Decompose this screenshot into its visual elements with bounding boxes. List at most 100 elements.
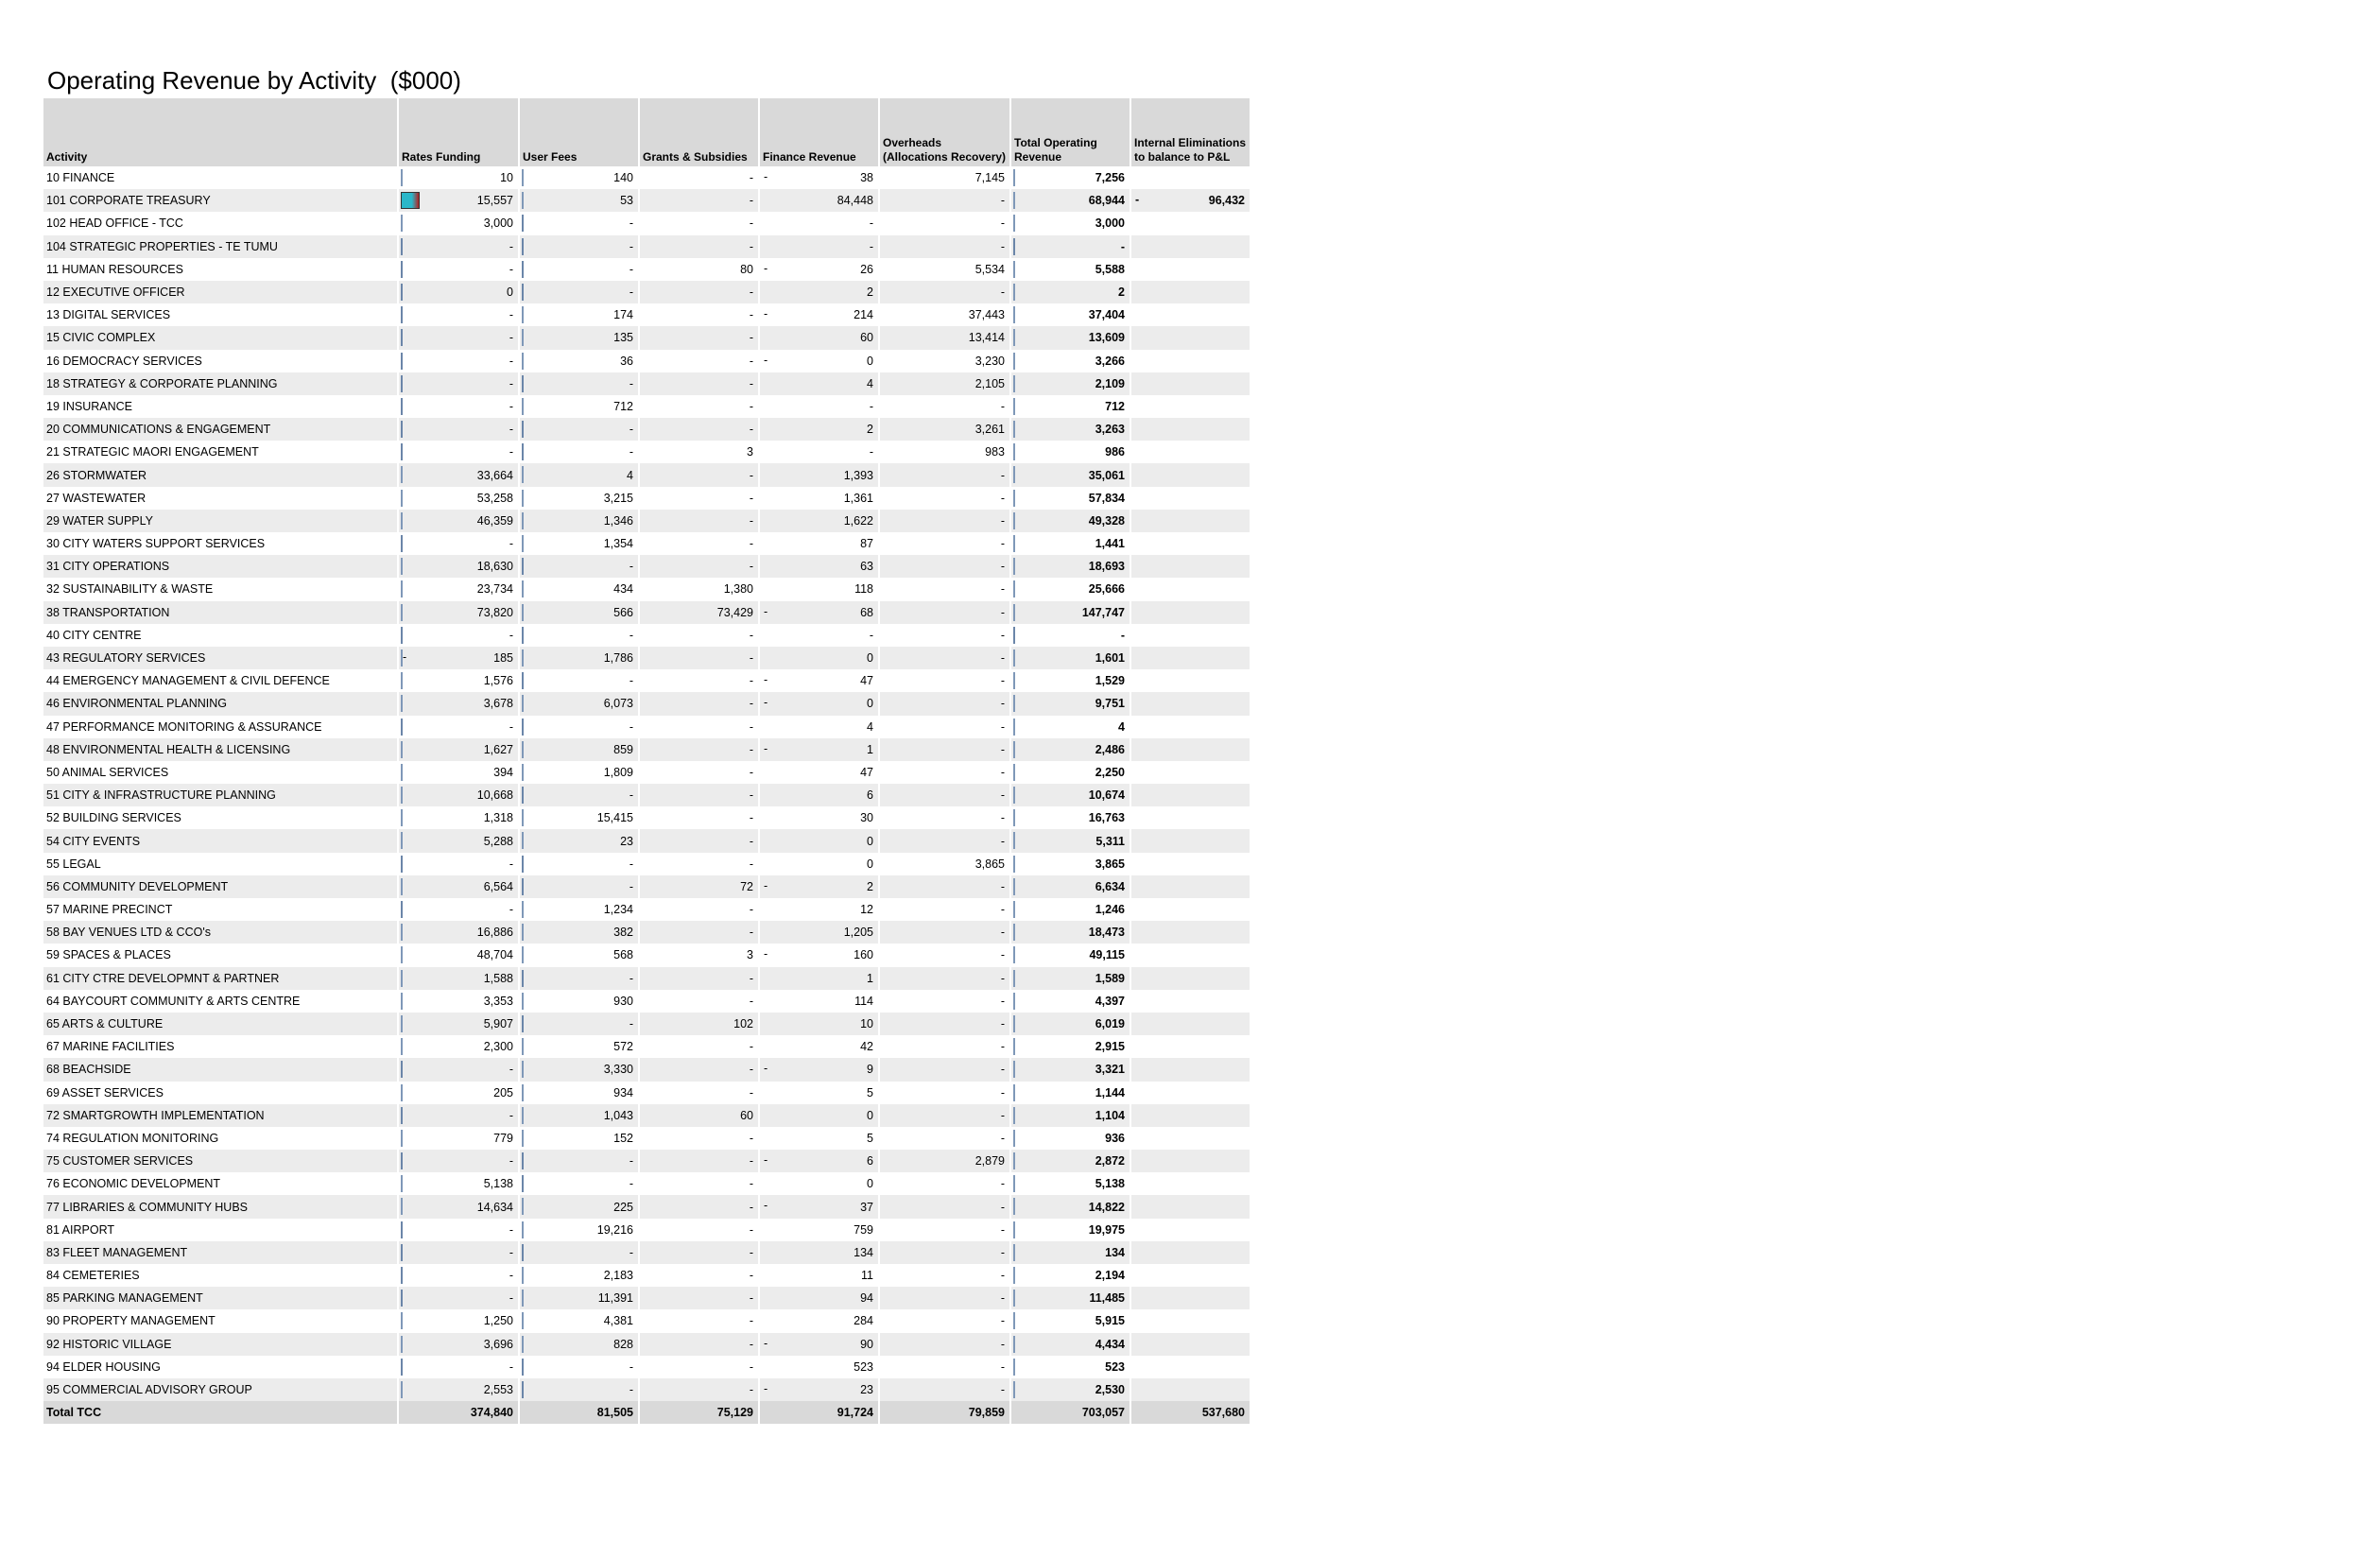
- rates-cell: 1,588: [398, 966, 520, 990]
- data-bar: [1013, 215, 1015, 233]
- eliminations-cell: [1130, 646, 1251, 670]
- data-bar: [401, 1243, 403, 1261]
- user-fees-cell-value: 174: [613, 308, 633, 322]
- data-bar: [401, 1335, 403, 1353]
- data-bar: [401, 1175, 403, 1193]
- rates-cell-value: 73,820: [476, 605, 513, 619]
- table-row: 11 HUMAN RESOURCES - -80-26 5,534 5,588: [43, 257, 1251, 281]
- rates-cell: -: [398, 394, 520, 419]
- total-revenue-cell: 2,194: [1010, 1264, 1131, 1288]
- eliminations-cell: [1130, 1355, 1251, 1378]
- total-revenue-cell-value: 49,115: [1089, 948, 1125, 962]
- data-bar: [1013, 1129, 1015, 1147]
- user-fees-cell: 1,354: [519, 532, 640, 556]
- finance-cell: - 68: [759, 600, 880, 624]
- finance-cell: 2: [759, 418, 880, 442]
- rates-cell: -: [398, 1103, 520, 1127]
- total-revenue-cell-value: 712: [1105, 399, 1125, 413]
- eliminations-cell: [1130, 555, 1251, 579]
- total-revenue-cell-value: 147,747: [1081, 605, 1125, 619]
- total-revenue-cell-value: 986: [1105, 445, 1125, 459]
- overheads-cell: -: [879, 212, 1011, 235]
- activity-cell-value: 19 INSURANCE: [46, 399, 132, 413]
- activity-cell-value: 21 STRATEGIC MAORI ENGAGEMENT: [46, 445, 259, 459]
- overheads-cell: 37,443: [879, 303, 1011, 327]
- rates-cell: 1,627: [398, 737, 520, 761]
- total-revenue-cell-value: 3,000: [1095, 216, 1125, 231]
- activity-cell: 59 SPACES & PLACES: [43, 944, 399, 967]
- data-bar: [401, 397, 403, 415]
- user-fees-cell: -: [519, 1150, 640, 1173]
- finance-cell-value: 84,448: [836, 194, 873, 208]
- total-revenue-cell: 18,473: [1010, 921, 1131, 944]
- overheads-cell-value: -: [1000, 1177, 1005, 1191]
- negative-sign: -: [764, 696, 768, 710]
- activity-cell: 47 PERFORMANCE MONITORING & ASSURANCE: [43, 715, 399, 738]
- user-fees-cell-value: 828: [613, 1337, 633, 1351]
- activity-cell-value: 58 BAY VENUES LTD & CCO's: [46, 926, 211, 940]
- data-bar: [522, 901, 524, 918]
- rates-cell: 1,318: [398, 806, 520, 830]
- rates-cell-value: -: [509, 1245, 513, 1259]
- grants-cell-value: 3: [747, 948, 753, 962]
- finance-cell: -0: [759, 349, 880, 372]
- eliminations-cell: [1130, 966, 1251, 990]
- table-row: 20 COMMUNICATIONS & ENGAGEMENT - - - 2 3,261 3…: [43, 418, 1251, 442]
- user-fees-cell: 3,330: [519, 1058, 640, 1082]
- user-fees-cell: -: [519, 966, 640, 990]
- data-bar: [1013, 877, 1015, 895]
- data-bar: [1013, 192, 1015, 210]
- eliminations-cell: [1130, 326, 1251, 350]
- overheads-cell-value: -: [1000, 788, 1005, 803]
- user-fees-cell-value: 6,073: [603, 697, 633, 711]
- overheads-cell-value: -: [1000, 1085, 1005, 1099]
- rates-cell: -: [398, 349, 520, 372]
- grants-cell-value: -: [749, 216, 753, 231]
- grants-cell: -: [639, 623, 760, 647]
- table-row: 31 CITY OPERATIONS 18,630 - - 63 - 18,693: [43, 555, 1251, 579]
- overheads-cell-value: -: [1000, 742, 1005, 756]
- eliminations-cell: [1130, 1332, 1251, 1356]
- data-bar: [522, 1061, 524, 1079]
- data-bar: [401, 466, 403, 484]
- rates-cell: 18,630: [398, 555, 520, 579]
- activity-cell: 102 HEAD OFFICE - TCC: [43, 212, 399, 235]
- finance-cell: -1: [759, 737, 880, 761]
- table-row: 65 ARTS & CULTURE 5,907 - 102 10 - 6,019: [43, 1012, 1251, 1036]
- total-revenue-cell-value: 3,266: [1095, 354, 1125, 368]
- rates-cell-value: 10: [500, 171, 513, 185]
- table-row: 68 BEACHSIDE -3,330- -9-3,321: [43, 1058, 1251, 1082]
- finance-cell-value: 1,361: [843, 491, 873, 505]
- data-bar: [522, 169, 524, 186]
- overheads-cell-value: -: [1000, 513, 1005, 528]
- total-revenue-cell-value: 2,486: [1095, 742, 1125, 756]
- total-revenue-cell-value: 2,872: [1095, 1154, 1125, 1169]
- data-bar: [401, 1290, 403, 1307]
- activity-cell-value: 76 ECONOMIC DEVELOPMENT: [46, 1177, 221, 1191]
- overheads-cell-value: -: [1000, 1040, 1005, 1054]
- data-bar: [1013, 1106, 1015, 1124]
- total-revenue-cell: 49,328: [1010, 509, 1131, 532]
- eliminations-cell: [1130, 600, 1251, 624]
- data-bar: [522, 740, 524, 758]
- overheads-cell-value: -: [1000, 971, 1005, 985]
- table-row: 13 DIGITAL SERVICES -174- -214 37,443 37,404: [43, 303, 1251, 327]
- total-revenue-cell-value: 18,473: [1088, 926, 1125, 940]
- data-bar: [522, 421, 524, 439]
- user-fees-cell: 4: [519, 463, 640, 487]
- user-fees-cell: -: [519, 852, 640, 875]
- user-fees-cell: 174: [519, 303, 640, 327]
- negative-sign: -: [764, 307, 768, 321]
- data-bar: [1013, 1198, 1015, 1216]
- activity-cell: 75 CUSTOMER SERVICES: [43, 1150, 399, 1173]
- rates-cell-value: 185: [493, 651, 513, 666]
- rates-cell: 0: [398, 280, 520, 304]
- rates-cell: -: [398, 418, 520, 442]
- data-bar: [401, 580, 403, 598]
- grants-cell: 3: [639, 944, 760, 967]
- table-row: 61 CITY CTRE DEVELOPMNT & PARTNER 1,588 - -…: [43, 966, 1251, 990]
- data-bar: [1013, 763, 1015, 781]
- overheads-cell-value: -: [1000, 948, 1005, 962]
- user-fees-cell: -: [519, 555, 640, 579]
- activity-cell: 90 PROPERTY MANAGEMENT: [43, 1309, 399, 1333]
